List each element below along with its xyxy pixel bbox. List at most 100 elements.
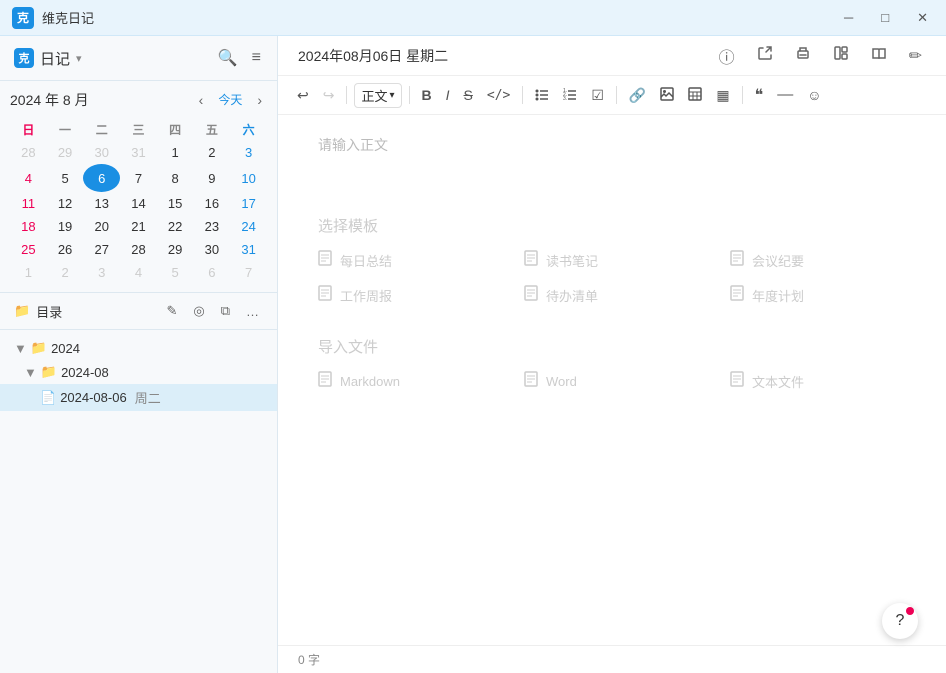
menu-button[interactable]: ≡ — [250, 46, 263, 70]
minimize-button[interactable]: ─ — [838, 8, 859, 28]
year-folder-icon: 📁 — [31, 340, 47, 356]
day-next-3[interactable]: 3 — [83, 261, 120, 284]
day-3[interactable]: 3 — [230, 141, 267, 164]
day-17[interactable]: 17 — [230, 192, 267, 215]
import-markdown[interactable]: Markdown — [318, 371, 494, 392]
form-button[interactable]: ▦ — [711, 84, 734, 107]
day-2[interactable]: 2 — [194, 141, 231, 164]
day-next-2[interactable]: 2 — [47, 261, 84, 284]
prev-month-button[interactable]: ‹ — [194, 90, 209, 110]
close-button[interactable]: ✕ — [911, 8, 934, 28]
text-style-select[interactable]: 正文 ▾ — [354, 83, 401, 108]
divider-button[interactable]: — — [772, 83, 798, 107]
day-27[interactable]: 27 — [83, 238, 120, 261]
read-mode-button[interactable] — [867, 42, 891, 70]
emoji-button[interactable]: ☺ — [802, 84, 826, 106]
copy-button[interactable]: ⧉ — [217, 301, 234, 321]
day-29[interactable]: 29 — [47, 141, 84, 164]
link-button[interactable]: 🔗 — [624, 84, 651, 107]
today-button[interactable]: 今天 — [212, 89, 248, 110]
day-16[interactable]: 16 — [194, 192, 231, 215]
day-8[interactable]: 8 — [157, 164, 194, 192]
day-21[interactable]: 21 — [120, 215, 157, 238]
ordered-list-button[interactable]: 1. 2. 3. — [558, 84, 582, 107]
day-24[interactable]: 24 — [230, 215, 267, 238]
day-22[interactable]: 22 — [157, 215, 194, 238]
day-1[interactable]: 1 — [157, 141, 194, 164]
day-11[interactable]: 11 — [10, 192, 47, 215]
day-4[interactable]: 4 — [10, 164, 47, 192]
day-15[interactable]: 15 — [157, 192, 194, 215]
calendar: 2024 年 8 月 ‹ 今天 › 日 一 二 三 四 五 六 — [0, 81, 277, 293]
template-todo[interactable]: 待办清单 — [524, 285, 700, 306]
next-month-button[interactable]: › — [252, 90, 267, 110]
template-meeting[interactable]: 会议纪要 — [730, 250, 906, 271]
day-28b[interactable]: 28 — [120, 238, 157, 261]
day-13[interactable]: 13 — [83, 192, 120, 215]
bold-button[interactable]: B — [417, 84, 437, 106]
day-28[interactable]: 28 — [10, 141, 47, 164]
day-next-5[interactable]: 5 — [157, 261, 194, 284]
tree-day[interactable]: 📄 2024-08-06 周二 — [0, 384, 277, 411]
style-dropdown-arrow: ▾ — [389, 90, 394, 101]
day-31[interactable]: 31 — [120, 141, 157, 164]
day-25[interactable]: 25 — [10, 238, 47, 261]
layout-button[interactable] — [829, 42, 853, 70]
locate-button[interactable]: ◎ — [189, 301, 208, 321]
code-button[interactable]: </> — [482, 85, 515, 106]
day-next-6[interactable]: 6 — [194, 261, 231, 284]
editor-area[interactable]: 请输入正文 选择模板 每日总结 读书笔记 — [278, 115, 946, 645]
day-18[interactable]: 18 — [10, 215, 47, 238]
day-10[interactable]: 10 — [230, 164, 267, 192]
left-header-icons: 🔍 ≡ — [216, 46, 263, 70]
quote-button[interactable]: ❝ — [750, 82, 769, 108]
help-button[interactable]: ? — [882, 603, 918, 639]
day-30[interactable]: 30 — [83, 141, 120, 164]
day-30b[interactable]: 30 — [194, 238, 231, 261]
day-7[interactable]: 7 — [120, 164, 157, 192]
export-button[interactable] — [753, 42, 777, 70]
table-button[interactable] — [683, 84, 707, 107]
import-grid: Markdown Word 文本文件 — [318, 371, 906, 392]
strikethrough-button[interactable]: S — [459, 84, 478, 106]
redo-button[interactable]: ↪ — [318, 84, 340, 107]
more-button[interactable]: … — [242, 301, 263, 321]
day-26[interactable]: 26 — [47, 238, 84, 261]
checklist-button[interactable]: ☑ — [586, 84, 609, 107]
calendar-week-6: 1 2 3 4 5 6 7 — [10, 261, 267, 284]
undo-button[interactable]: ↩ — [292, 84, 314, 107]
day-29b[interactable]: 29 — [157, 238, 194, 261]
day-14[interactable]: 14 — [120, 192, 157, 215]
day-31b[interactable]: 31 — [230, 238, 267, 261]
image-button[interactable] — [655, 84, 679, 107]
day-next-7[interactable]: 7 — [230, 261, 267, 284]
template-annual[interactable]: 年度计划 — [730, 285, 906, 306]
import-word[interactable]: Word — [524, 371, 700, 392]
day-6-today[interactable]: 6 — [83, 164, 120, 192]
template-weekly[interactable]: 工作周报 — [318, 285, 494, 306]
day-next-4[interactable]: 4 — [120, 261, 157, 284]
edit-mode-button[interactable]: ✏ — [905, 42, 926, 70]
print-button[interactable] — [791, 42, 815, 70]
day-5[interactable]: 5 — [47, 164, 84, 192]
info-button[interactable]: ⓘ — [715, 42, 739, 70]
maximize-button[interactable]: □ — [875, 8, 895, 28]
day-20[interactable]: 20 — [83, 215, 120, 238]
import-text[interactable]: 文本文件 — [730, 371, 906, 392]
day-next-1[interactable]: 1 — [10, 261, 47, 284]
italic-button[interactable]: I — [441, 84, 455, 106]
bullet-list-button[interactable] — [530, 84, 554, 107]
template-reading-notes[interactable]: 读书笔记 — [524, 250, 700, 271]
day-9[interactable]: 9 — [194, 164, 231, 192]
template-daily-summary[interactable]: 每日总结 — [318, 250, 494, 271]
day-12[interactable]: 12 — [47, 192, 84, 215]
tree-month[interactable]: ▼ 📁 2024-08 — [0, 360, 277, 384]
day-23[interactable]: 23 — [194, 215, 231, 238]
bullet-list-icon — [535, 87, 549, 101]
tree-year[interactable]: ▼ 📁 2024 — [0, 336, 277, 360]
app-title: 维克日记 — [42, 8, 94, 27]
search-button[interactable]: 🔍 — [216, 46, 240, 70]
day-19[interactable]: 19 — [47, 215, 84, 238]
template-reading-label: 读书笔记 — [546, 251, 598, 270]
edit-dir-button[interactable]: ✎ — [162, 301, 181, 321]
